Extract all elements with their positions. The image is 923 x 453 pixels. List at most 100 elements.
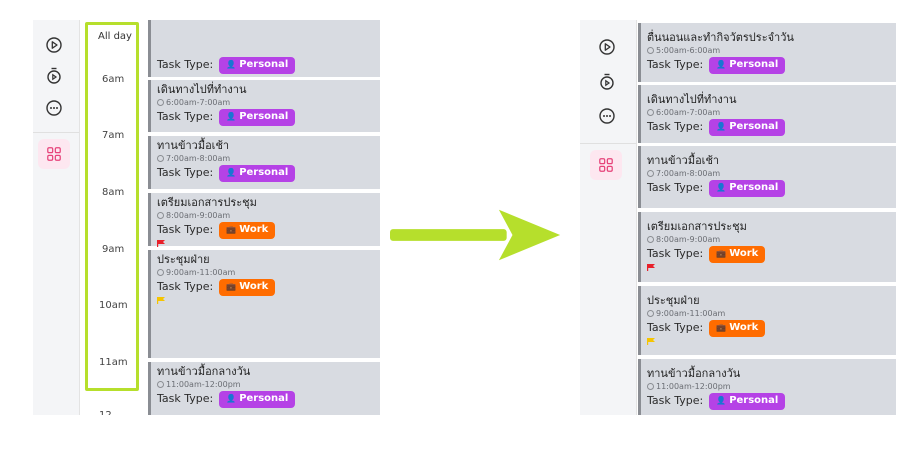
tag-label: Work (239, 224, 269, 235)
right-event-list: ตื่นนอนและทำกิจวัตรประจำวัน 5:00am-6:00a… (638, 20, 896, 415)
event-card[interactable]: ทานข้าวมื้อกลางวัน 11:00am-12:00pm Task … (638, 359, 896, 415)
task-type-label: Task Type: (647, 120, 704, 133)
event-card[interactable]: เตรียมเอกสารประชุม 8:00am-9:00am Task Ty… (638, 212, 896, 282)
event-time-text: 9:00am-11:00am (166, 268, 236, 277)
person-icon: 👤 (716, 60, 727, 69)
more-icon[interactable] (596, 105, 618, 127)
task-type-label: Task Type: (157, 166, 214, 179)
more-icon[interactable] (43, 97, 65, 119)
event-time: 9:00am-11:00am (157, 267, 380, 278)
yellow-flag-icon (157, 297, 165, 304)
tag-label: Personal (729, 59, 779, 70)
clock-icon (647, 383, 654, 390)
event-card[interactable]: ทานข้าวมื้อเช้า 7:00am-8:00am Task Type:… (148, 136, 380, 189)
tag-label: Personal (729, 182, 779, 193)
clock-icon (647, 170, 654, 177)
person-icon: 👤 (226, 394, 237, 403)
event-card[interactable]: ประชุมฝ่าย 9:00am-11:00am Task Type: 💼 Wo… (638, 286, 896, 355)
event-card[interactable]: เดินทางไปที่ทำงาน 6:00am-7:00am Task Typ… (638, 85, 896, 143)
event-card[interactable]: Task Type: 👤 Personal (148, 20, 380, 77)
task-type-row: Task Type: 💼 Work (157, 221, 380, 239)
left-event-list: Task Type: 👤 Personal เดินทางไปที่ทำงาน 6… (148, 20, 380, 415)
task-type-label: Task Type: (647, 321, 704, 334)
tag-label: Personal (239, 111, 289, 122)
play-icon[interactable] (43, 34, 65, 56)
work-tag[interactable]: 💼 Work (219, 221, 276, 239)
task-type-row: Task Type: 👤 Personal (157, 390, 380, 408)
grid-icon[interactable] (38, 139, 70, 169)
event-time: 8:00am-9:00am (647, 234, 896, 245)
event-time: 11:00am-12:00pm (157, 379, 380, 390)
personal-tag[interactable]: 👤 Personal (709, 56, 786, 74)
event-title: เตรียมเอกสารประชุม (647, 220, 747, 233)
personal-tag[interactable]: 👤 Personal (709, 179, 786, 197)
task-type-row: Task Type: 💼 Work (647, 319, 896, 337)
clock-icon (647, 236, 654, 243)
right-screenshot: ตื่นนอนและทำกิจวัตรประจำวัน 5:00am-6:00a… (580, 20, 896, 415)
event-card[interactable]: ทานข้าวมื้อกลางวัน 11:00am-12:00pm Task … (148, 362, 380, 415)
tag-label: Work (729, 322, 759, 333)
event-card[interactable]: เตรียมเอกสารประชุม 8:00am-9:00am Task Ty… (148, 193, 380, 247)
task-type-label: Task Type: (647, 58, 704, 71)
event-time-text: 6:00am-7:00am (656, 108, 721, 117)
person-icon: 👤 (716, 183, 727, 192)
event-title: ทานข้าวมื้อกลางวัน (157, 365, 251, 378)
event-title: เดินทางไปที่ทำงาน (157, 83, 247, 96)
task-type-label: Task Type: (647, 247, 704, 260)
personal-tag[interactable]: 👤 Personal (219, 164, 296, 182)
task-type-row: Task Type: 👤 Personal (647, 56, 896, 74)
rail-divider (33, 132, 79, 133)
hour-label: 12 (99, 410, 112, 415)
event-title: ประชุมฝ่าย (647, 294, 700, 307)
task-type-row: Task Type: 👤 Personal (157, 164, 380, 182)
play-icon[interactable] (596, 36, 618, 58)
event-time: 6:00am-7:00am (157, 97, 380, 108)
red-flag-icon (157, 240, 165, 247)
timer-icon[interactable] (43, 65, 65, 87)
task-type-row: Task Type: 💼 Work (647, 245, 896, 263)
tag-label: Personal (729, 395, 779, 406)
rail-divider (580, 143, 636, 144)
task-type-row: Task Type: 👤 Personal (647, 392, 896, 410)
event-time-text: 11:00am-12:00pm (656, 382, 731, 391)
personal-tag[interactable]: 👤 Personal (709, 392, 786, 410)
work-tag[interactable]: 💼 Work (709, 245, 766, 263)
event-title: ประชุมฝ่าย (157, 253, 210, 266)
right-arrow-icon (390, 209, 561, 261)
personal-tag[interactable]: 👤 Personal (219, 390, 296, 408)
grid-icon[interactable] (590, 150, 622, 180)
person-icon: 👤 (226, 112, 237, 121)
event-title: ทานข้าวมื้อเช้า (647, 154, 720, 167)
event-card[interactable]: ทานข้าวมื้อเช้า 7:00am-8:00am Task Type:… (638, 146, 896, 208)
task-type-row: Task Type: 💼 Work (157, 278, 380, 296)
work-tag[interactable]: 💼 Work (709, 319, 766, 337)
clock-icon (157, 381, 164, 388)
event-title: เตรียมเอกสารประชุม (157, 196, 257, 209)
event-time-text: 8:00am-9:00am (166, 211, 231, 220)
briefcase-icon: 💼 (716, 323, 727, 332)
personal-tag[interactable]: 👤 Personal (219, 56, 296, 74)
event-time-text: 11:00am-12:00pm (166, 380, 241, 389)
clock-icon (157, 99, 164, 106)
task-type-row: Task Type: 👤 Personal (647, 118, 896, 136)
personal-tag[interactable]: 👤 Personal (709, 118, 786, 136)
task-type-row: Task Type: 👤 Personal (647, 179, 896, 197)
event-card[interactable]: ประชุมฝ่าย 9:00am-11:00am Task Type: 💼 Wo… (148, 250, 380, 358)
event-card[interactable]: เดินทางไปที่ทำงาน 6:00am-7:00am Task Typ… (148, 80, 380, 132)
event-time: 11:00am-12:00pm (647, 381, 896, 392)
timer-icon[interactable] (596, 71, 618, 93)
event-title: เดินทางไปที่ทำงาน (647, 93, 737, 106)
event-card[interactable]: ตื่นนอนและทำกิจวัตรประจำวัน 5:00am-6:00a… (638, 23, 896, 82)
event-time-text: 8:00am-9:00am (656, 235, 721, 244)
clock-icon (157, 269, 164, 276)
personal-tag[interactable]: 👤 Personal (219, 108, 296, 126)
tag-label: Personal (729, 121, 779, 132)
time-column-highlight (85, 22, 139, 391)
left-side-rail (33, 20, 80, 415)
task-type-label: Task Type: (157, 280, 214, 293)
clock-icon (157, 212, 164, 219)
task-type-label: Task Type: (157, 110, 214, 123)
event-time-text: 7:00am-8:00am (656, 169, 721, 178)
work-tag[interactable]: 💼 Work (219, 278, 276, 296)
person-icon: 👤 (226, 168, 237, 177)
